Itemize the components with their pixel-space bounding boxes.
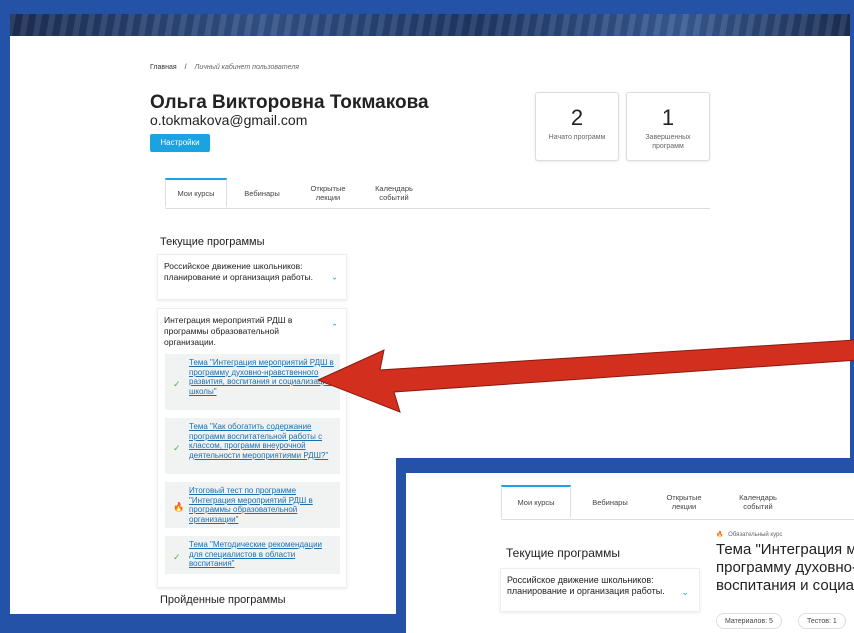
tab-my-courses[interactable]: Мои курсы — [165, 178, 227, 208]
title-line: программу духовно-н — [716, 559, 854, 576]
arrow-shape — [316, 339, 854, 413]
check-icon: ✓ — [173, 443, 181, 454]
check-icon: ✓ — [173, 379, 181, 390]
user-name: Ольга Викторовна Токмакова — [150, 92, 429, 113]
chevron-down-icon[interactable]: ⌄ — [331, 272, 338, 283]
tab-webinars[interactable]: Вебинары — [575, 485, 645, 519]
breadcrumb-home[interactable]: Главная — [150, 64, 177, 71]
topic-link[interactable]: Тема "Методические рекомендации для спец… — [189, 540, 322, 568]
breadcrumb-separator: / — [184, 64, 187, 71]
course-type-label: 🔥 Обязательный курс — [716, 531, 782, 538]
topic-item[interactable]: ✓ Тема "Методические рекомендации для сп… — [165, 536, 340, 574]
current-programs-heading: Текущие программы — [160, 236, 265, 248]
header-banner — [10, 14, 850, 36]
user-email: o.tokmakova@gmail.com — [150, 112, 308, 128]
stat-label: Начато программ — [548, 134, 606, 141]
materials-count-chip: Материалов: 5 — [716, 613, 782, 629]
course-title: Российское движение школьников: планиров… — [164, 261, 313, 282]
course-title: Интеграция мероприятий РДШ в программы о… — [164, 315, 293, 347]
course-type-text: Обязательный курс — [728, 532, 783, 538]
tab-webinars[interactable]: Вебинары — [231, 178, 293, 208]
red-arrow-annotation — [316, 339, 854, 413]
tab-open-lectures[interactable]: Открытые лекции — [649, 485, 719, 519]
fire-icon: 🔥 — [173, 502, 185, 513]
stat-value: 2 — [570, 105, 584, 130]
topic-link[interactable]: Тема "Как обогатить содержание программ … — [189, 422, 328, 460]
chevron-down-icon[interactable]: ⌄ — [681, 587, 689, 598]
topic-item[interactable]: 🔥 Итоговый тест по программе "Интеграция… — [165, 482, 340, 528]
stat-completed-programs: 1 Завершенных программ — [626, 92, 710, 161]
breadcrumb: Главная / Личный кабинет пользователя — [150, 64, 305, 71]
course-item[interactable]: Российское движение школьников: планиров… — [500, 568, 700, 612]
inset-screenshot: Мои курсы Вебинары Открытые лекции Кален… — [406, 473, 854, 633]
title-line: воспитания и социал — [716, 577, 854, 594]
current-programs-heading: Текущие программы — [506, 546, 620, 560]
tab-events-calendar[interactable]: Календарь событий — [723, 485, 793, 519]
tab-events-calendar[interactable]: Календарь событий — [363, 178, 425, 208]
tab-open-lectures[interactable]: Открытые лекции — [297, 178, 359, 208]
tests-count-chip: Тестов: 1 — [798, 613, 846, 629]
check-icon: ✓ — [173, 552, 181, 563]
tabs-bar: Мои курсы Вебинары Открытые лекции Кален… — [165, 178, 710, 209]
topic-link[interactable]: Итоговый тест по программе "Интеграция м… — [189, 486, 313, 524]
fire-icon: 🔥 — [716, 532, 724, 538]
stat-started-programs: 2 Начато программ — [535, 92, 619, 161]
course-item[interactable]: Российское движение школьников: планиров… — [157, 254, 347, 300]
stat-label: Завершенных программ — [645, 134, 691, 150]
topic-item[interactable]: ✓ Тема "Как обогатить содержание програм… — [165, 418, 340, 474]
tab-my-courses[interactable]: Мои курсы — [501, 485, 571, 519]
inset-tabs-bar: Мои курсы Вебинары Открытые лекции Кален… — [501, 485, 854, 520]
course-title: Российское движение школьников: планиров… — [507, 575, 665, 596]
settings-button[interactable]: Настройки — [150, 134, 210, 152]
course-title-heading: Тема "Интеграция ме программу духовно-н … — [716, 541, 854, 595]
breadcrumb-current: Личный кабинет пользователя — [194, 64, 300, 71]
completed-programs-heading: Пройденные программы — [160, 594, 286, 606]
stat-value: 1 — [661, 105, 675, 130]
title-line: Тема "Интеграция ме — [716, 541, 854, 558]
